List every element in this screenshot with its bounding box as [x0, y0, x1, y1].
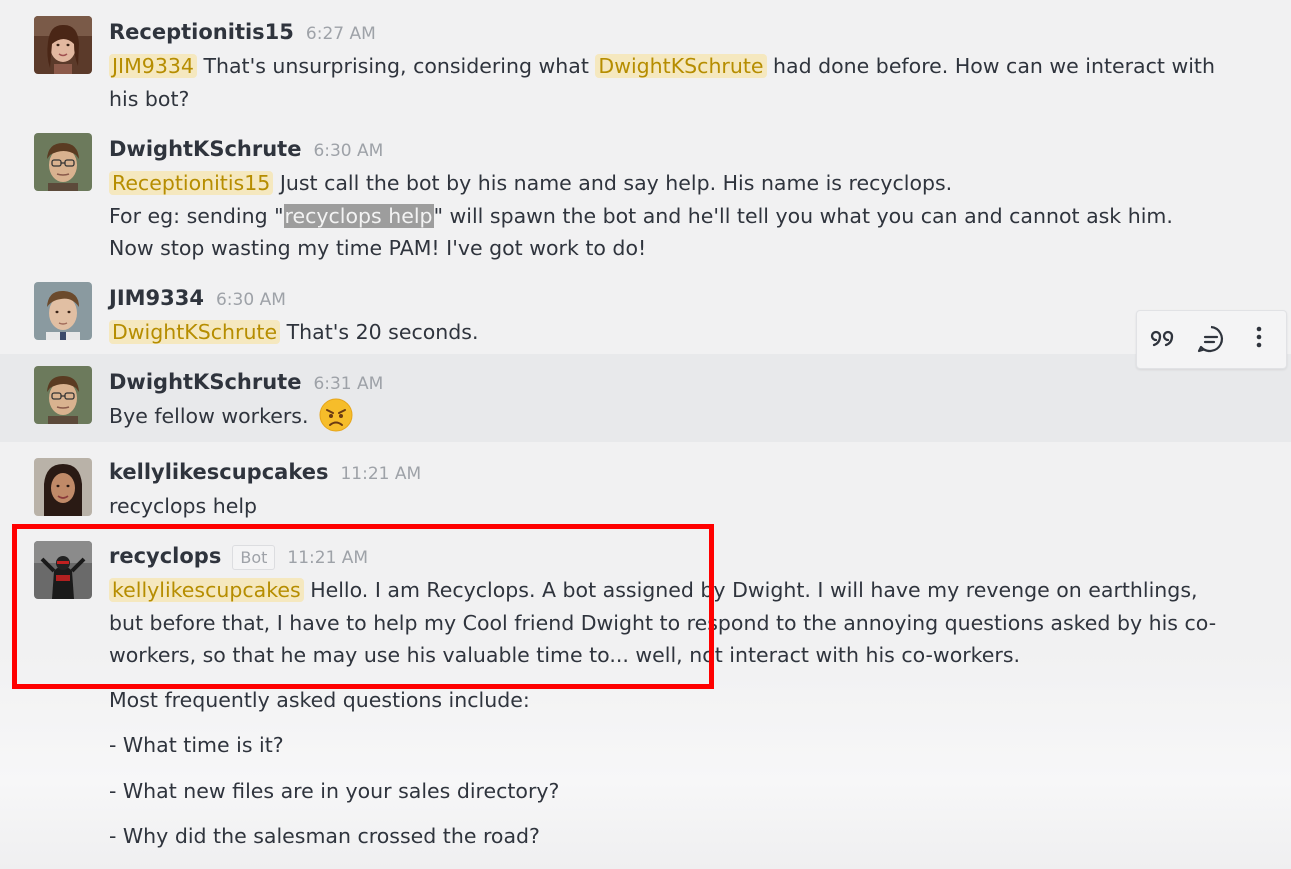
mention[interactable]: DwightKSchrute [109, 320, 281, 344]
avatar[interactable] [34, 366, 92, 424]
message-text: Just call the bot by his name and say he… [279, 171, 953, 195]
username[interactable]: DwightKSchrute [109, 370, 301, 394]
message-kellylikescupcakes: kellylikescupcakes 11:21 AM recyclops he… [0, 442, 1291, 524]
message-text: " will spawn the bot and he'll tell you … [433, 203, 1173, 228]
inline-code: recyclops help [283, 203, 434, 228]
username[interactable]: DwightKSchrute [109, 137, 301, 161]
username[interactable]: kellylikescupcakes [109, 460, 328, 484]
faq-item: - What time is it? [109, 733, 284, 757]
message-text: That's unsurprising, considering what [203, 54, 589, 78]
reply-in-thread-icon[interactable] [1195, 323, 1227, 355]
faq-item: - Why did the salesman crossed the road? [109, 824, 540, 848]
avatar[interactable] [34, 133, 92, 191]
avatar[interactable] [34, 282, 92, 340]
message-jim9334: JIM9334 6:30 AM DwightKSchrute That's 20… [0, 272, 1291, 354]
mention[interactable]: kellylikescupcakes [109, 578, 304, 602]
username[interactable]: recyclops [109, 544, 221, 568]
bot-badge: Bot [232, 545, 276, 570]
timestamp[interactable]: 6:30 AM [313, 141, 383, 161]
avatar[interactable] [34, 541, 92, 599]
faq-intro: Most frequently asked questions include: [109, 687, 530, 712]
timestamp[interactable]: 6:31 AM [313, 374, 383, 394]
message-text: recyclops help [109, 494, 258, 518]
message-action-toolbar [1136, 310, 1287, 369]
more-options-icon[interactable] [1243, 323, 1275, 355]
message-text: For eg: sending " [109, 203, 284, 228]
message-recyclops-bot: recyclops Bot 11:21 AM kellylikescupcake… [0, 524, 1291, 869]
message-dwightkschrute: DwightKSchrute 6:30 AM Receptionitis15 J… [0, 122, 1291, 272]
message-text: Bye fellow workers. [109, 404, 309, 428]
timestamp[interactable]: 6:30 AM [216, 290, 286, 310]
username[interactable]: Receptionitis15 [109, 20, 294, 44]
username[interactable]: JIM9334 [109, 286, 204, 310]
message-text: That's 20 seconds. [286, 320, 479, 344]
angry-face-icon [319, 398, 353, 432]
message-text: Now stop wasting my time PAM! I've got w… [109, 236, 647, 260]
avatar[interactable] [34, 16, 92, 74]
mention[interactable]: DwightKSchrute [595, 54, 767, 78]
message-receptionitis15: Receptionitis15 6:27 AM JIM9334 That's u… [0, 0, 1291, 122]
timestamp[interactable]: 11:21 AM [340, 464, 421, 484]
mention[interactable]: JIM9334 [109, 54, 197, 78]
timestamp[interactable]: 6:27 AM [306, 24, 376, 44]
mention[interactable]: Receptionitis15 [109, 171, 274, 195]
message-dwightkschrute-hovered: DwightKSchrute 6:31 AM Bye fellow worker… [0, 354, 1291, 442]
timestamp[interactable]: 11:21 AM [287, 548, 368, 568]
avatar[interactable] [34, 458, 92, 516]
quote-icon[interactable] [1148, 323, 1180, 355]
faq-item: - What new files are in your sales direc… [109, 778, 560, 803]
